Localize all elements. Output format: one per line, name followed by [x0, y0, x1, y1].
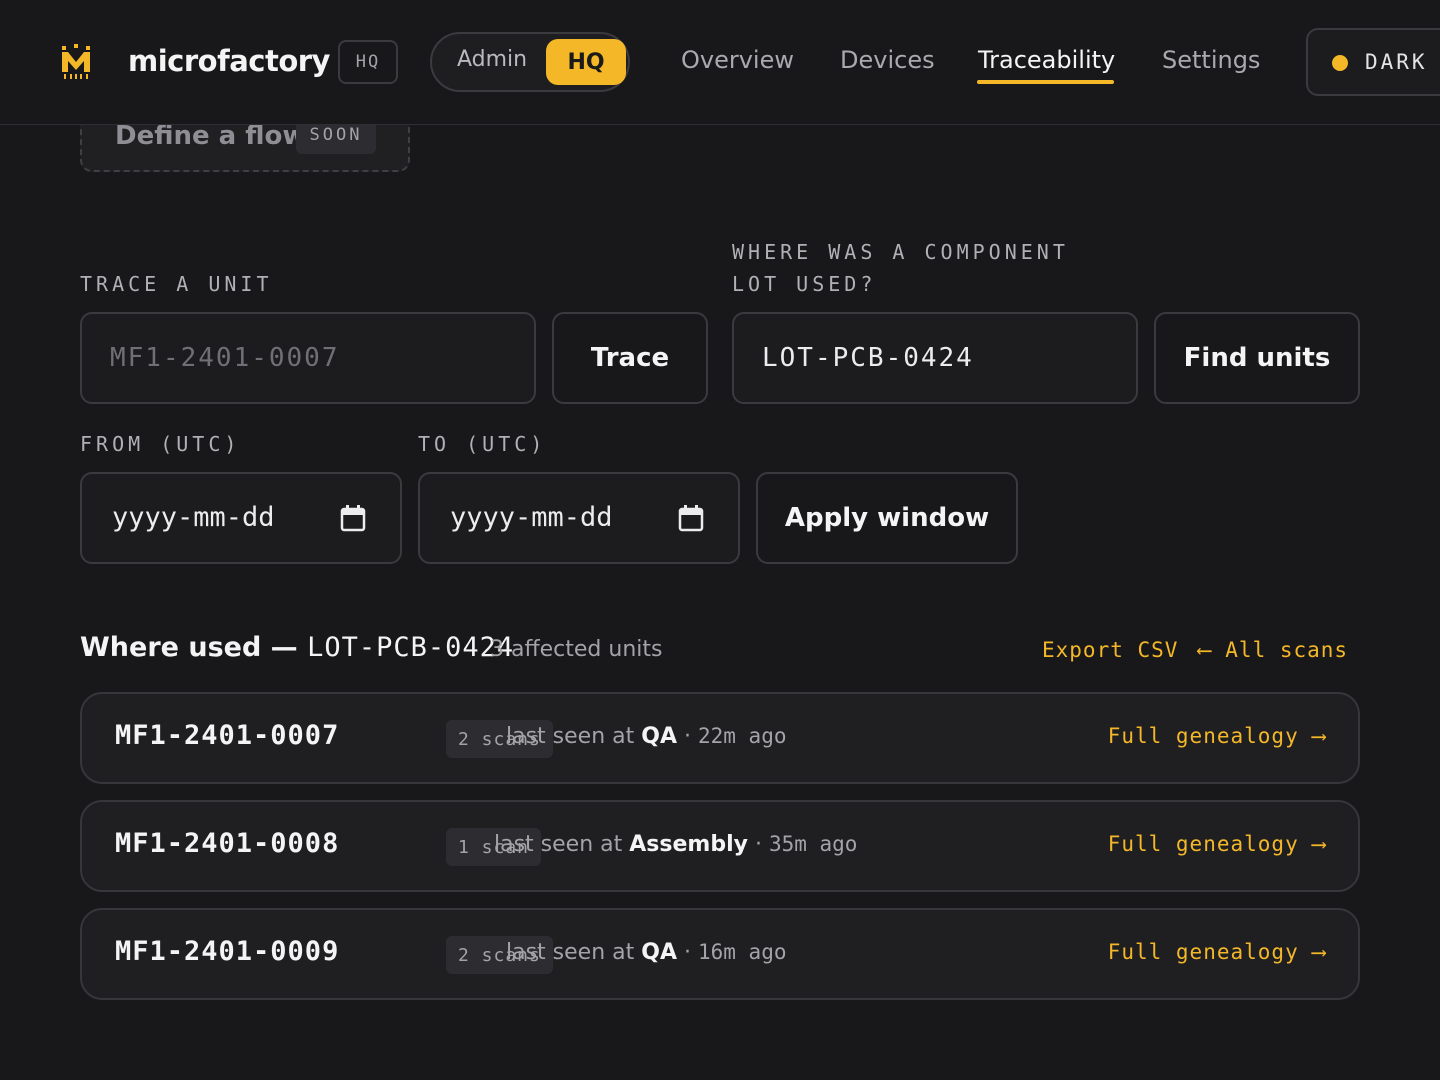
separator-dot: · — [747, 832, 769, 857]
top-header: microfactory HQ Admin HQ Overview Device… — [0, 0, 1440, 125]
component-lot-input[interactable] — [732, 312, 1138, 404]
trace-unit-label: TRACE A UNIT — [80, 272, 273, 296]
mode-hq-option[interactable]: HQ — [546, 39, 626, 85]
trace-button[interactable]: Trace — [552, 312, 708, 404]
to-date-value: yyyy-mm-dd — [450, 502, 613, 533]
nav-active-indicator — [977, 80, 1114, 84]
from-date-label: FROM (UTC) — [80, 432, 241, 456]
mode-switch: Admin HQ — [430, 32, 630, 92]
to-date-input[interactable]: yyyy-mm-dd — [418, 472, 740, 564]
last-seen-station: Assembly — [629, 832, 748, 857]
apply-window-button[interactable]: Apply window — [756, 472, 1018, 564]
to-date-label: TO (UTC) — [418, 432, 547, 456]
result-row[interactable]: MF1-2401-0008 1 scan last seen at Assemb… — [80, 800, 1360, 892]
separator-dot: · — [677, 724, 698, 749]
last-seen-prefix: last seen at — [494, 832, 623, 857]
brand-name[interactable]: microfactory — [128, 44, 330, 78]
full-genealogy-link[interactable]: Full genealogy ⟶ — [1108, 832, 1326, 856]
last-seen-text: last seen at QA · 22m ago — [506, 724, 787, 749]
calendar-icon[interactable] — [340, 504, 366, 532]
last-seen-text: last seen at Assembly · 35m ago — [494, 832, 857, 857]
last-seen-prefix: last seen at — [506, 940, 635, 965]
full-genealogy-link[interactable]: Full genealogy ⟶ — [1108, 724, 1326, 748]
nav-traceability[interactable]: Traceability — [978, 46, 1115, 74]
last-seen-station: QA — [641, 940, 677, 965]
full-genealogy-link[interactable]: Full genealogy ⟶ — [1108, 940, 1326, 964]
last-seen-prefix: last seen at — [506, 724, 635, 749]
theme-dot-icon — [1332, 55, 1348, 71]
theme-toggle[interactable]: DARK — [1306, 28, 1440, 96]
calendar-icon[interactable] — [678, 504, 704, 532]
from-date-value: yyyy-mm-dd — [112, 502, 275, 533]
theme-label: DARK — [1365, 50, 1428, 74]
trace-unit-input[interactable] — [80, 312, 536, 404]
nav-settings[interactable]: Settings — [1162, 46, 1260, 74]
last-seen-station: QA — [641, 724, 677, 749]
from-date-input[interactable]: yyyy-mm-dd — [80, 472, 402, 564]
last-seen-ago: 35m ago — [768, 832, 858, 856]
result-row[interactable]: MF1-2401-0009 2 scans last seen at QA · … — [80, 908, 1360, 1000]
microfactory-logo-icon — [62, 44, 90, 79]
unit-serial: MF1-2401-0007 — [115, 720, 340, 751]
results-title: Where used — LOT-PCB-0424 — [80, 632, 514, 663]
unit-serial: MF1-2401-0008 — [115, 828, 340, 859]
last-seen-ago: 22m ago — [697, 724, 787, 748]
results-title-prefix: Where used — — [80, 632, 298, 663]
results-lot: LOT-PCB-0424 — [307, 632, 515, 663]
nav-overview[interactable]: Overview — [681, 46, 794, 74]
export-csv-link[interactable]: Export CSV — [1042, 638, 1178, 662]
define-flow-title: Define a flow — [115, 121, 307, 151]
last-seen-text: last seen at QA · 16m ago — [506, 940, 787, 965]
result-row[interactable]: MF1-2401-0007 2 scans last seen at QA · … — [80, 692, 1360, 784]
unit-serial: MF1-2401-0009 — [115, 936, 340, 967]
separator-dot: · — [677, 940, 698, 965]
affected-units-count: 3 affected units — [490, 637, 663, 662]
nav-devices[interactable]: Devices — [840, 46, 935, 74]
find-units-button[interactable]: Find units — [1154, 312, 1360, 404]
brand-hq-tag: HQ — [338, 40, 398, 84]
mode-admin-option[interactable]: Admin — [457, 47, 527, 72]
all-scans-link[interactable]: ⟵ All scans — [1198, 638, 1348, 662]
last-seen-ago: 16m ago — [697, 940, 787, 964]
component-lot-label: WHERE WAS A COMPONENT LOT USED? — [732, 240, 1069, 296]
